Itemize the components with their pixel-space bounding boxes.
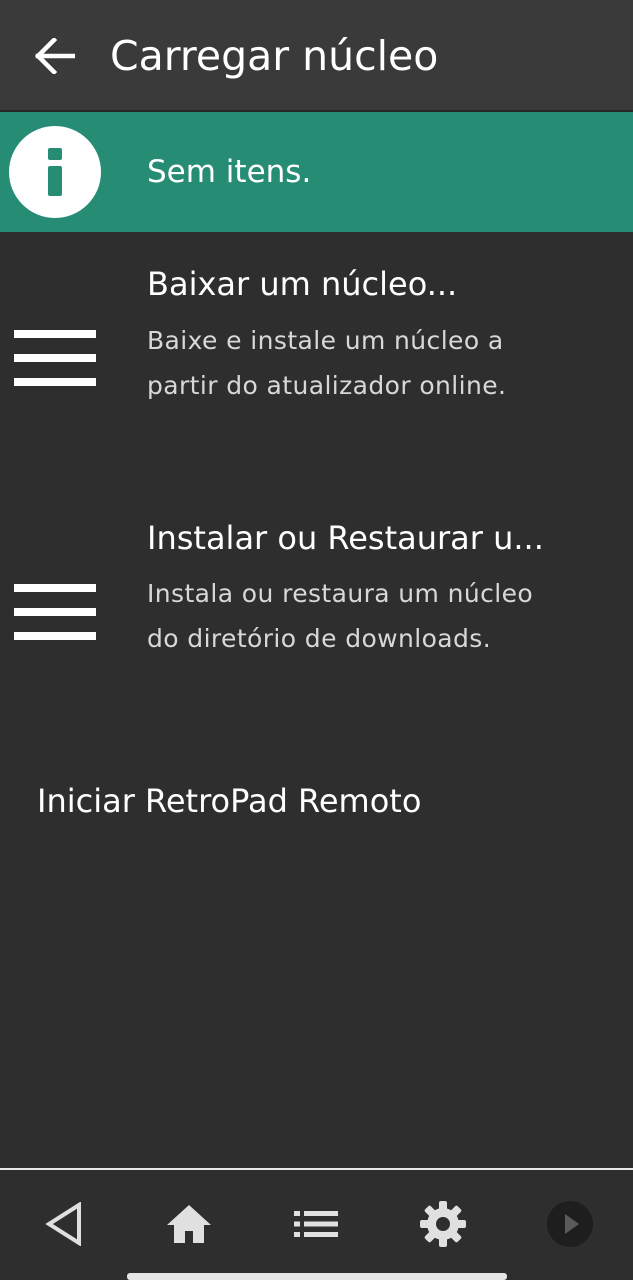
- nav-list-button[interactable]: [286, 1196, 346, 1252]
- info-icon-dot: [48, 148, 62, 160]
- menu-item-install-restore-core[interactable]: Instalar ou Restaurar u... Instala ou re…: [0, 486, 633, 740]
- back-triangle-icon: [45, 1202, 81, 1246]
- menu-item-title: Baixar um núcleo...: [147, 265, 458, 303]
- menu-item-start-remote-retropad[interactable]: Iniciar RetroPad Remoto: [37, 778, 421, 824]
- nav-settings-button[interactable]: [413, 1196, 473, 1252]
- top-app-bar: Carregar núcleo: [0, 0, 633, 110]
- home-icon: [167, 1205, 211, 1243]
- list-icon: [294, 1211, 338, 1237]
- bottom-nav: [0, 1170, 633, 1280]
- nav-home-button[interactable]: [159, 1196, 219, 1252]
- info-icon: [9, 126, 101, 218]
- screen: Carregar núcleo Sem itens. Baixar um núc…: [0, 0, 633, 1280]
- play-icon: [547, 1201, 593, 1247]
- info-message: Sem itens.: [147, 154, 312, 190]
- gesture-home-indicator[interactable]: [127, 1273, 507, 1280]
- info-icon-bar: [48, 166, 62, 196]
- hamburger-icon: [14, 584, 96, 640]
- menu-item-download-core[interactable]: Baixar um núcleo... Baixe e instale um n…: [0, 232, 633, 486]
- hamburger-icon: [14, 330, 96, 386]
- nav-back-button[interactable]: [34, 1196, 94, 1252]
- menu-item-description: Baixe e instale um núcleo a partir do at…: [147, 326, 507, 400]
- nav-resume-button[interactable]: [540, 1196, 600, 1252]
- menu-item-title: Instalar ou Restaurar u...: [147, 519, 544, 557]
- arrow-left-icon: [35, 38, 75, 74]
- gear-icon: [420, 1201, 466, 1247]
- menu-item-description: Instala ou restaura um núcleo do diretór…: [147, 579, 534, 653]
- page-title: Carregar núcleo: [110, 32, 439, 80]
- back-button[interactable]: [26, 28, 84, 84]
- info-banner: Sem itens.: [0, 112, 633, 232]
